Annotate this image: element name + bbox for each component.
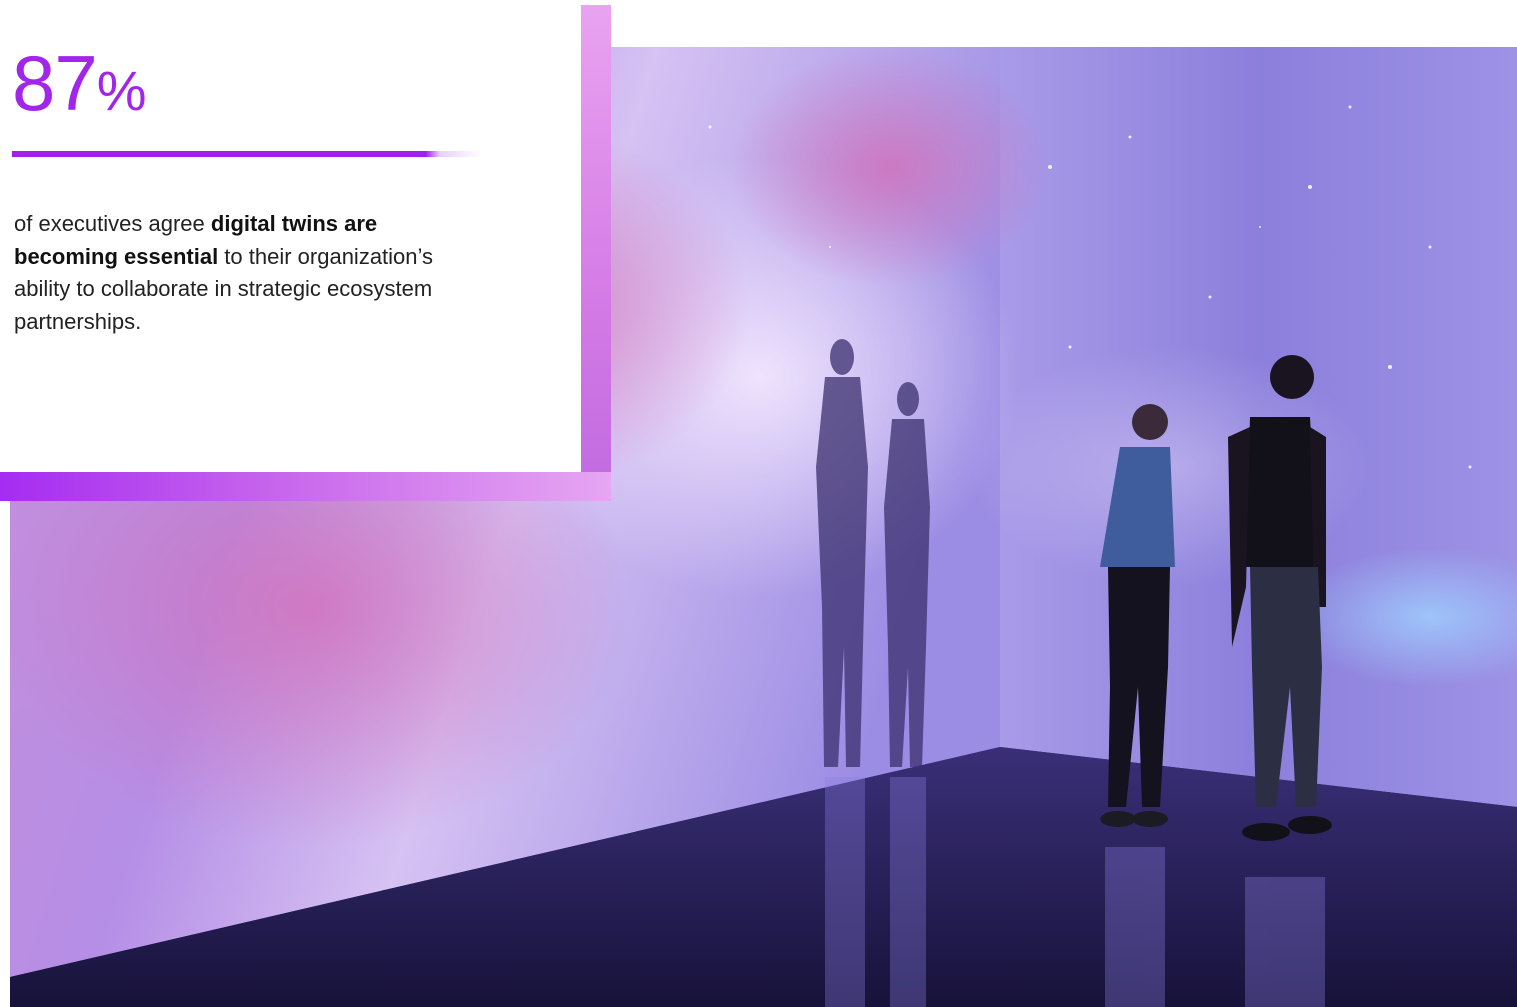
stat-unit: % [96, 59, 147, 122]
stat-text-before: of executives agree [14, 211, 211, 236]
stat-card: 87% of executives agree digital twins ar… [0, 0, 581, 472]
stat-value: 87% [12, 44, 147, 122]
card-accent-bottom [0, 472, 611, 501]
stat-number: 87 [12, 39, 98, 127]
card-accent-right [581, 5, 611, 501]
stat-description: of executives agree digital twins are be… [14, 208, 454, 338]
stat-divider [12, 151, 482, 157]
